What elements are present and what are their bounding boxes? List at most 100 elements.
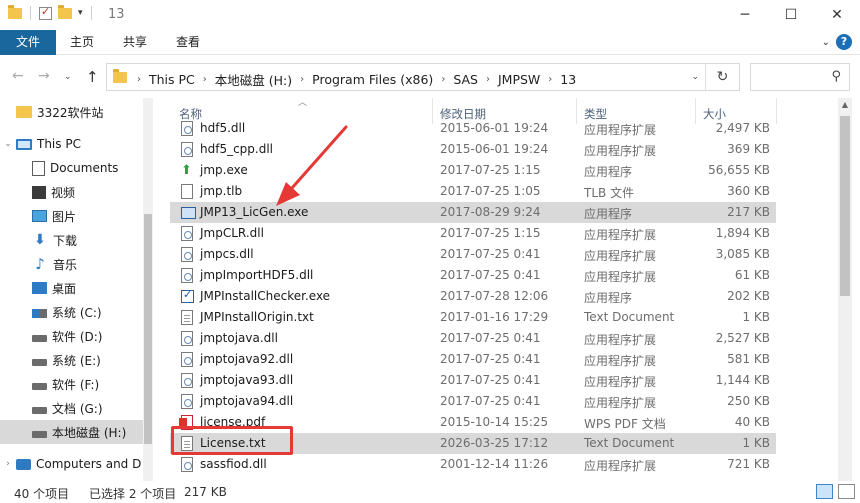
- forward-arrow-icon[interactable]: →: [38, 68, 50, 84]
- table-row[interactable]: JMP13_LicGen.exe 2017-08-29 9:24 应用程序 217 K…: [170, 202, 776, 223]
- chevron-right-icon[interactable]: ›: [441, 74, 445, 85]
- ribbon: 文件 主页 共享 查看 ⌄ ?: [0, 30, 860, 55]
- nav-item-videos[interactable]: 视频: [0, 180, 143, 204]
- nav-item-music[interactable]: ♪ 音乐: [0, 252, 143, 276]
- address-dropdown-icon[interactable]: ⌄: [691, 72, 699, 82]
- maximize-button[interactable]: ☐: [768, 0, 814, 30]
- chevron-right-icon[interactable]: ›: [486, 74, 490, 85]
- breadcrumb-drive-h[interactable]: 本地磁盘 (H:): [215, 70, 292, 89]
- dll-file-icon: [181, 352, 193, 367]
- item-count: 40 个项目: [14, 487, 70, 501]
- breadcrumb-13[interactable]: 13: [560, 72, 576, 87]
- up-arrow-icon[interactable]: ↑: [86, 68, 99, 86]
- nav-item-this-pc[interactable]: ⌄ This PC: [0, 132, 143, 156]
- file-list-scrollbar-thumb[interactable]: [840, 116, 850, 296]
- file-size: 1,894 KB: [715, 226, 770, 240]
- close-button[interactable]: ✕: [814, 0, 860, 30]
- breadcrumb-sas[interactable]: SAS: [453, 72, 478, 87]
- help-icon[interactable]: ?: [836, 34, 852, 50]
- recent-locations-icon[interactable]: ⌄: [64, 72, 72, 82]
- dll-file-icon: [181, 331, 193, 346]
- chevron-right-icon[interactable]: ›: [203, 74, 207, 85]
- customize-dropdown-icon[interactable]: ▾: [78, 8, 83, 18]
- breadcrumb-this-pc[interactable]: This PC: [149, 72, 195, 87]
- tab-view[interactable]: 查看: [166, 30, 210, 55]
- large-icons-view-icon[interactable]: [838, 484, 855, 499]
- properties-icon[interactable]: [39, 5, 52, 20]
- breadcrumb-jmpsw[interactable]: JMPSW: [498, 72, 540, 87]
- table-row[interactable]: jmptojava92.dll 2017-07-25 0:41 应用程序扩展 581 …: [170, 349, 776, 370]
- tab-file[interactable]: 文件: [0, 30, 56, 55]
- file-type: 应用程序: [584, 291, 633, 305]
- table-row[interactable]: jmp.tlb 2017-07-25 1:05 TLB 文件 360 KB: [170, 181, 776, 202]
- table-row[interactable]: jmptojava.dll 2017-07-25 0:41 应用程序扩展 2,527 …: [170, 328, 776, 349]
- nav-item-downloads[interactable]: ⬇ 下载: [0, 228, 143, 252]
- nav-item-pictures[interactable]: 图片: [0, 204, 143, 228]
- folder-icon: [113, 69, 127, 83]
- chevron-right-icon[interactable]: ›: [137, 74, 141, 85]
- jmp-app-icon: ⬆: [181, 163, 192, 178]
- column-divider[interactable]: [776, 98, 777, 124]
- file-type: 应用程序扩展: [584, 270, 657, 284]
- refresh-button[interactable]: ↻: [705, 64, 739, 90]
- nav-item-drive-c[interactable]: 系统 (C:): [0, 300, 143, 324]
- file-type: Text Document: [584, 310, 675, 324]
- nav-item-drive-e[interactable]: 系统 (E:): [0, 348, 143, 372]
- chevron-right-icon[interactable]: ›: [0, 459, 16, 469]
- table-row[interactable]: jmpcs.dll 2017-07-25 0:41 应用程序扩展 3,085 KB: [170, 244, 776, 265]
- folder-icon[interactable]: [8, 4, 22, 19]
- table-row[interactable]: hdf5.dll 2015-06-01 19:24 应用程序扩展 2,497 KB: [170, 118, 776, 139]
- expand-ribbon-icon[interactable]: ⌄: [822, 37, 830, 48]
- file-name: hdf5.dll: [200, 121, 246, 135]
- file-size: 2,497 KB: [715, 121, 770, 135]
- dll-file-icon: [181, 394, 193, 409]
- file-date: 2017-07-28 12:06: [440, 289, 549, 303]
- nav-item-3322[interactable]: 3322软件站: [0, 100, 143, 124]
- back-arrow-icon[interactable]: ←: [12, 68, 24, 84]
- nav-item-drive-g[interactable]: 文档 (G:): [0, 396, 143, 420]
- address-bar[interactable]: › This PC › 本地磁盘 (H:) › Program Files (x…: [106, 63, 740, 91]
- nav-item-drive-d[interactable]: 软件 (D:): [0, 324, 143, 348]
- table-row[interactable]: ⬆ jmp.exe 2017-07-25 1:15 应用程序 56,655 KB: [170, 160, 776, 181]
- table-row[interactable]: jmptojava94.dll 2017-07-25 0:41 应用程序扩展 250 …: [170, 391, 776, 412]
- dll-file-icon: [181, 226, 193, 241]
- file-name: jmp.exe: [200, 163, 248, 177]
- file-size: 202 KB: [727, 289, 770, 303]
- table-row[interactable]: JMPInstallOrigin.txt 2017-01-16 17:29 Text…: [170, 307, 776, 328]
- file-type: 应用程序: [584, 207, 633, 221]
- file-date: 2017-07-25 0:41: [440, 373, 541, 387]
- table-row[interactable]: sassfiod.dll 2001-12-14 11:26 应用程序扩展 721 KB: [170, 454, 776, 475]
- minimize-button[interactable]: ─: [722, 0, 768, 30]
- table-row[interactable]: jmpImportHDF5.dll 2017-07-25 0:41 应用程序扩展 61…: [170, 265, 776, 286]
- nav-item-network[interactable]: › Computers and D: [0, 452, 143, 476]
- chevron-down-icon[interactable]: ⌄: [0, 139, 16, 149]
- file-name: sassfiod.dll: [200, 457, 267, 471]
- nav-item-desktop[interactable]: 桌面: [0, 276, 143, 300]
- file-size: 217 KB: [727, 205, 770, 219]
- scroll-up-icon[interactable]: ▲: [838, 98, 852, 112]
- details-view-icon[interactable]: [816, 484, 833, 499]
- file-date: 2017-07-25 1:15: [440, 163, 541, 177]
- file-date: 2015-06-01 19:24: [440, 121, 549, 135]
- breadcrumb-program-files[interactable]: Program Files (x86): [312, 72, 433, 87]
- chevron-right-icon[interactable]: ›: [548, 74, 552, 85]
- tab-share[interactable]: 共享: [113, 30, 157, 55]
- window-title: 13: [108, 7, 125, 22]
- nav-scrollbar-thumb[interactable]: [144, 214, 152, 444]
- chevron-right-icon[interactable]: ›: [300, 74, 304, 85]
- nav-scrollbar[interactable]: [143, 98, 153, 481]
- table-row[interactable]: hdf5_cpp.dll 2015-06-01 19:24 应用程序扩展 369 KB: [170, 139, 776, 160]
- file-type: 应用程序扩展: [584, 396, 657, 410]
- new-folder-icon[interactable]: [58, 4, 72, 19]
- table-row[interactable]: JmpCLR.dll 2017-07-25 1:15 应用程序扩展 1,894 KB: [170, 223, 776, 244]
- table-row[interactable]: JMPInstallChecker.exe 2017-07-28 12:06 应用程…: [170, 286, 776, 307]
- search-input[interactable]: ⚲: [750, 63, 850, 91]
- nav-item-drive-f[interactable]: 软件 (F:): [0, 372, 143, 396]
- folder-icon: [16, 106, 32, 118]
- nav-item-drive-h[interactable]: 本地磁盘 (H:): [0, 420, 143, 444]
- tab-home[interactable]: 主页: [60, 30, 104, 55]
- table-row[interactable]: jmptojava93.dll 2017-07-25 0:41 应用程序扩展 1,14…: [170, 370, 776, 391]
- file-list-scrollbar[interactable]: ▲: [838, 98, 852, 481]
- breadcrumb: › This PC › 本地磁盘 (H:) › Program Files (x…: [137, 70, 576, 89]
- nav-item-documents[interactable]: Documents: [0, 156, 143, 180]
